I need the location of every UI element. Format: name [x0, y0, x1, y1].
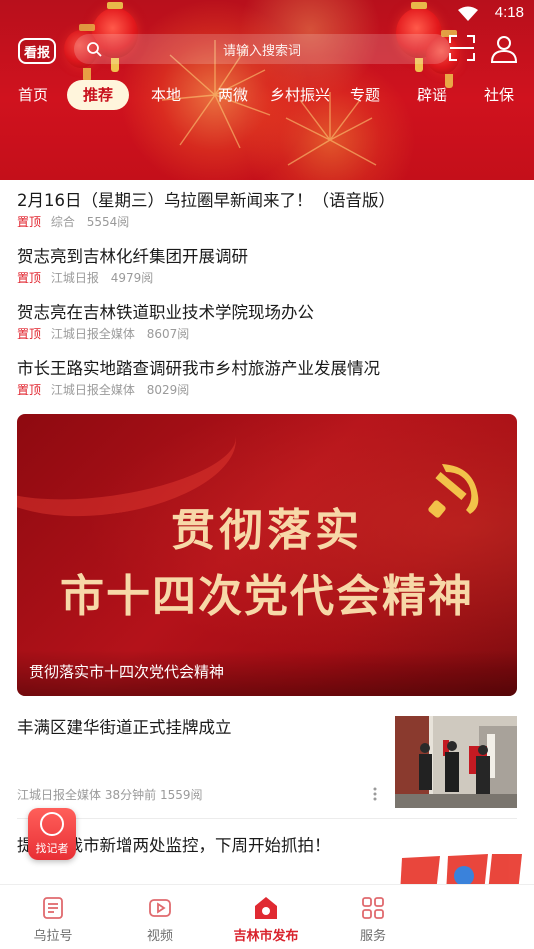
tab-weibo-wechat[interactable]: 两微: [218, 80, 248, 110]
banner-headline: 贯彻落实: [171, 505, 363, 556]
bottom-tab-wula[interactable]: 乌拉号: [13, 895, 93, 944]
bottom-tab-label: 乌拉号: [33, 929, 73, 944]
top-news-item[interactable]: 市长王路实地踏查调研我市乡村旅游产业发展情况 置顶 江城日报全媒体 8029阅: [17, 358, 522, 398]
news-title: 市长王路实地踏查调研我市乡村旅游产业发展情况: [17, 359, 380, 378]
home-icon: [255, 897, 277, 919]
read-count: 5554阅: [86, 215, 130, 229]
video-icon: [149, 899, 171, 917]
category-tabs: 首页 推荐 本地 两微 乡村振兴 专题 辟谣 社保: [0, 80, 534, 110]
reporter-icon: [40, 812, 64, 836]
news-source: 江城日报: [50, 271, 99, 285]
pinned-badge: 置顶: [17, 215, 42, 229]
news-source: 江城日报全媒体: [50, 383, 135, 397]
search-placeholder: 请输入搜索词: [222, 44, 301, 59]
news-source: 江城日报全媒体: [50, 327, 135, 341]
bottom-tab-label: 吉林市发布: [233, 929, 299, 944]
bottom-tab-video[interactable]: 视频: [120, 895, 200, 944]
wifi-icon: [458, 6, 478, 21]
tab-recommend[interactable]: 推荐: [67, 80, 130, 110]
tab-rural-revitalization[interactable]: 乡村振兴: [270, 80, 330, 110]
article-meta: 江城日报全媒体 38分钟前 1559阅: [17, 786, 203, 803]
tab-social-security[interactable]: 社保: [484, 80, 514, 110]
status-bar: 4:18: [0, 0, 534, 28]
bottom-tab-jilin-release[interactable]: 吉林市发布: [226, 895, 306, 944]
pinned-badge: 置顶: [17, 327, 42, 341]
banner-subheadline: 市十四次党代会精神: [60, 571, 474, 622]
tab-home[interactable]: 首页: [18, 80, 48, 110]
news-title: 2月16日（星期三）乌拉圈早新闻来了！（语音版）: [17, 191, 395, 210]
news-title: 贺志亮到吉林化纤集团开展调研: [17, 247, 248, 266]
scan-icon[interactable]: [448, 34, 476, 62]
user-profile-icon[interactable]: [490, 34, 518, 64]
news-source: 综合: [50, 215, 75, 229]
featured-banner[interactable]: 贯彻落实 市十四次党代会精神 贯彻落实市十四次党代会精神: [17, 414, 517, 696]
article-time: 38分钟前: [104, 788, 157, 802]
top-news-item[interactable]: 2月16日（星期三）乌拉圈早新闻来了！（语音版） 置顶 综合 5554阅: [17, 190, 522, 230]
top-news-item[interactable]: 贺志亮到吉林化纤集团开展调研 置顶 江城日报 4979阅: [17, 246, 522, 286]
article-source: 江城日报全媒体: [17, 788, 102, 802]
news-meta: 置顶 综合 5554阅: [17, 214, 522, 230]
pinned-badge: 置顶: [17, 271, 42, 285]
read-count: 4979阅: [110, 271, 154, 285]
bottom-navigation: 乌拉号 视频 吉林市发布 服务: [0, 884, 534, 949]
read-count: 8607阅: [146, 327, 190, 341]
grid-icon: [362, 897, 384, 919]
tab-local[interactable]: 本地: [151, 80, 181, 110]
status-time: 4:18: [494, 4, 524, 21]
document-icon: [43, 897, 63, 919]
pinned-badge: 置顶: [17, 383, 42, 397]
app-header: 4:18 看报 请输入搜索词 首页 推荐 本地 两微 乡村振兴 专题 辟谣 社保: [0, 0, 534, 180]
article-title[interactable]: 丰满区建华街道正式挂牌成立: [17, 714, 232, 738]
app-logo[interactable]: 看报: [18, 38, 56, 64]
tab-special-topics[interactable]: 专题: [350, 80, 380, 110]
bottom-tab-label: 视频: [146, 929, 173, 944]
bottom-tab-services[interactable]: 服务: [333, 895, 413, 944]
read-count: 8029阅: [146, 383, 190, 397]
find-reporter-button[interactable]: 找记者: [28, 808, 76, 860]
bottom-tab-label: 服务: [359, 929, 386, 944]
search-input[interactable]: 请输入搜索词: [74, 34, 450, 64]
more-options-icon[interactable]: [370, 786, 380, 802]
news-meta: 置顶 江城日报全媒体 8607阅: [17, 326, 522, 342]
read-count: 1559阅: [159, 788, 203, 802]
news-meta: 置顶 江城日报全媒体 8029阅: [17, 382, 522, 398]
article-thumbnail[interactable]: [395, 716, 517, 808]
news-title: 贺志亮在吉林铁道职业技术学院现场办公: [17, 303, 314, 322]
tab-rumor-refute[interactable]: 辟谣: [417, 80, 447, 110]
news-meta: 置顶 江城日报 4979阅: [17, 270, 522, 286]
ceremony-photo: [395, 716, 517, 808]
top-news-item[interactable]: 贺志亮在吉林铁道职业技术学院现场办公 置顶 江城日报全媒体 8607阅: [17, 302, 522, 342]
banner-caption: 贯彻落实市十四次党代会精神: [29, 663, 225, 681]
reporter-label: 找记者: [35, 842, 69, 855]
list-divider: [17, 818, 517, 819]
